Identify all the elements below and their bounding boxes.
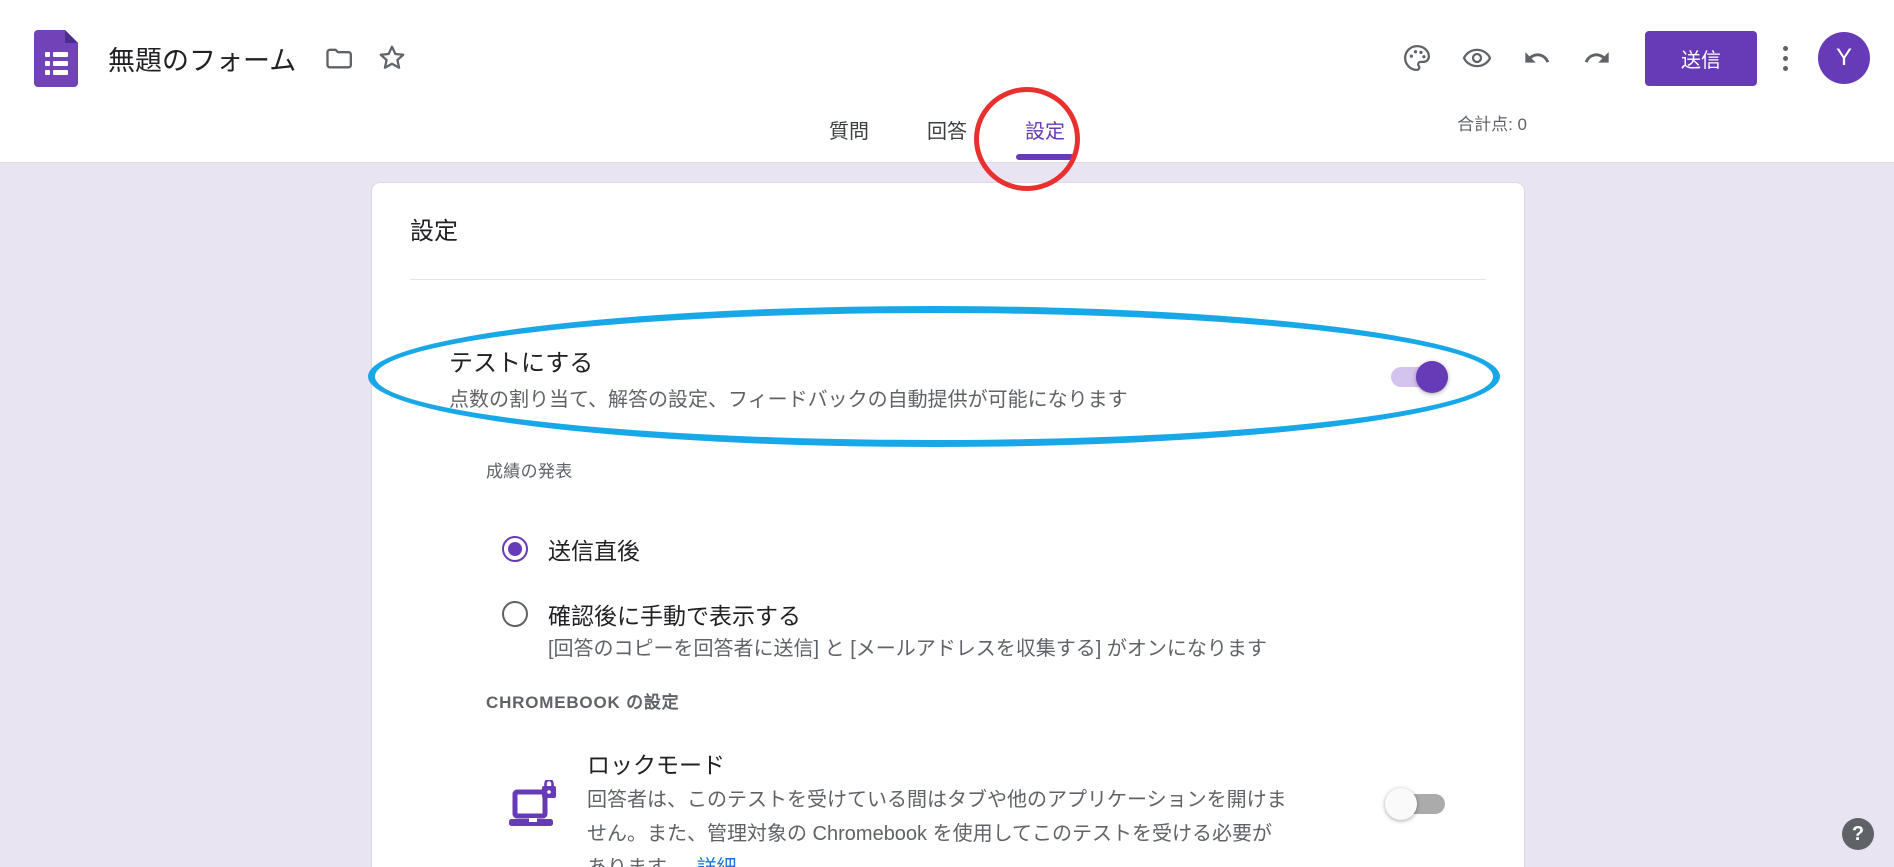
grade-release-label: 成績の発表 [486, 457, 573, 482]
locked-mode-toggle[interactable] [1391, 794, 1445, 814]
chromebook-section-label: CHROMEBOOK の設定 [486, 688, 679, 713]
account-avatar[interactable]: Y [1818, 32, 1870, 84]
radio-option-immediately[interactable]: 送信直後 [502, 532, 640, 566]
total-points-label: 合計点: 0 [1457, 110, 1527, 135]
palette-icon [1402, 43, 1432, 73]
google-forms-logo-icon[interactable] [34, 30, 78, 87]
divider [410, 279, 1486, 280]
title-actions [318, 38, 412, 78]
radio-option-note: [回答のコピーを回答者に送信] と [メールアドレスを収集する] がオンになりま… [548, 632, 1267, 661]
header-toolbar: 無題のフォーム [34, 18, 1870, 98]
more-options-button[interactable] [1777, 40, 1794, 77]
help-button[interactable]: ? [1842, 818, 1874, 850]
customize-theme-button[interactable] [1397, 38, 1437, 78]
eye-icon [1462, 43, 1492, 73]
move-to-folder-button[interactable] [318, 38, 358, 78]
settings-heading: 設定 [410, 211, 458, 246]
quiz-toggle[interactable] [1391, 367, 1445, 387]
star-icon [377, 43, 407, 73]
dot [1783, 46, 1788, 51]
quiz-toggle-description: 点数の割り当て、解答の設定、フィードバックの自動提供が可能になります [449, 383, 1128, 412]
toggle-knob [1385, 788, 1417, 820]
send-button[interactable]: 送信 [1645, 31, 1757, 86]
redo-icon [1583, 44, 1611, 72]
folder-icon [324, 44, 352, 72]
settings-card: 設定 テストにする 点数の割り当て、解答の設定、フィードバックの自動提供が可能に… [371, 182, 1525, 867]
locked-mode-laptop-icon [509, 780, 561, 832]
toggle-knob [1416, 361, 1448, 393]
dot [1783, 66, 1788, 71]
preview-button[interactable] [1457, 38, 1497, 78]
locked-mode-title: ロックモード [587, 746, 725, 780]
quiz-toggle-title: テストにする [449, 343, 593, 378]
tab-settings[interactable]: 設定 [1013, 100, 1077, 162]
google-forms-app: 無題のフォーム [0, 0, 1894, 867]
undo-button[interactable] [1517, 38, 1557, 78]
details-link[interactable]: 詳細 [697, 857, 737, 867]
dot [1783, 56, 1788, 61]
locked-mode-description-text: 回答者は、このテストを受けている間はタブや他のアプリケーションを開けません。また… [587, 789, 1287, 867]
chromebook-section-text: CHROMEBOOK の設定 [486, 693, 679, 712]
app-header: 無題のフォーム [0, 0, 1894, 163]
undo-icon [1523, 44, 1551, 72]
locked-mode-description: 回答者は、このテストを受けている間はタブや他のアプリケーションを開けません。また… [587, 783, 1287, 867]
radio-option-later-manual[interactable]: 確認後に手動で表示する [502, 597, 801, 631]
form-tabs: 質問 回答 設定 [0, 100, 1894, 162]
tab-responses[interactable]: 回答 [915, 100, 979, 162]
star-button[interactable] [372, 38, 412, 78]
radio-option-label: 送信直後 [548, 532, 640, 566]
redo-button[interactable] [1577, 38, 1617, 78]
tab-questions[interactable]: 質問 [817, 100, 881, 162]
header-right-actions: 送信 Y [1397, 31, 1870, 86]
form-title[interactable]: 無題のフォーム [108, 39, 296, 78]
radio-selected-icon [502, 536, 528, 562]
radio-option-label: 確認後に手動で表示する [548, 597, 801, 631]
radio-unselected-icon [502, 601, 528, 627]
